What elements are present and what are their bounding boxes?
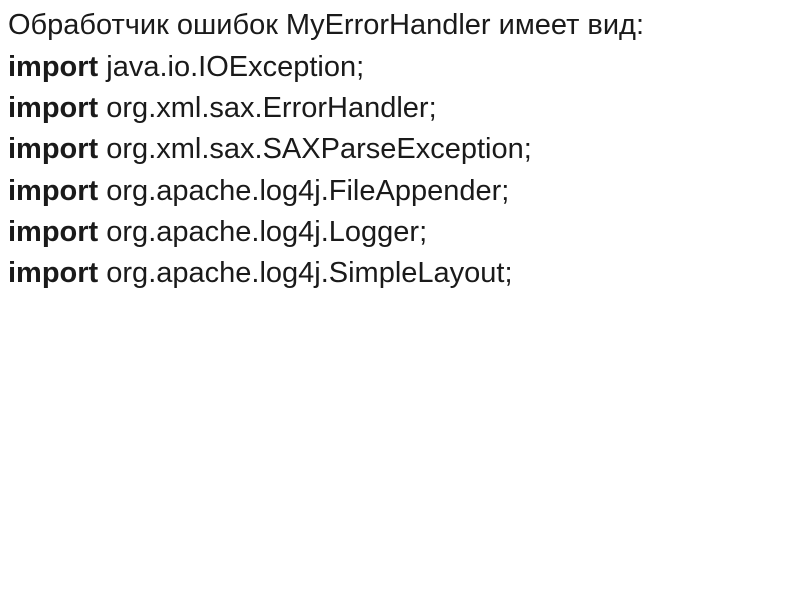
import-target: org.xml.sax.SAXParseException;	[98, 133, 532, 165]
code-line: import org.xml.sax.ErrorHandler;	[8, 88, 792, 129]
heading-text: Обработчик ошибок MyErrorHandler имеет в…	[8, 6, 792, 45]
code-line: import java.io.IOException;	[8, 47, 792, 88]
code-line: import org.apache.log4j.FileAppender;	[8, 171, 792, 212]
keyword-import: import	[8, 133, 98, 165]
document-page: Обработчик ошибок MyErrorHandler имеет в…	[0, 0, 800, 294]
import-target: org.apache.log4j.FileAppender;	[98, 175, 509, 207]
keyword-import: import	[8, 257, 98, 289]
keyword-import: import	[8, 175, 98, 207]
import-target: org.apache.log4j.SimpleLayout;	[98, 257, 512, 289]
code-line: import org.apache.log4j.SimpleLayout;	[8, 253, 792, 294]
import-target: java.io.IOException;	[98, 51, 364, 83]
keyword-import: import	[8, 51, 98, 83]
code-line: import org.apache.log4j.Logger;	[8, 212, 792, 253]
code-line: import org.xml.sax.SAXParseException;	[8, 129, 792, 170]
import-target: org.apache.log4j.Logger;	[98, 216, 427, 248]
keyword-import: import	[8, 216, 98, 248]
keyword-import: import	[8, 92, 98, 124]
import-target: org.xml.sax.ErrorHandler;	[98, 92, 436, 124]
